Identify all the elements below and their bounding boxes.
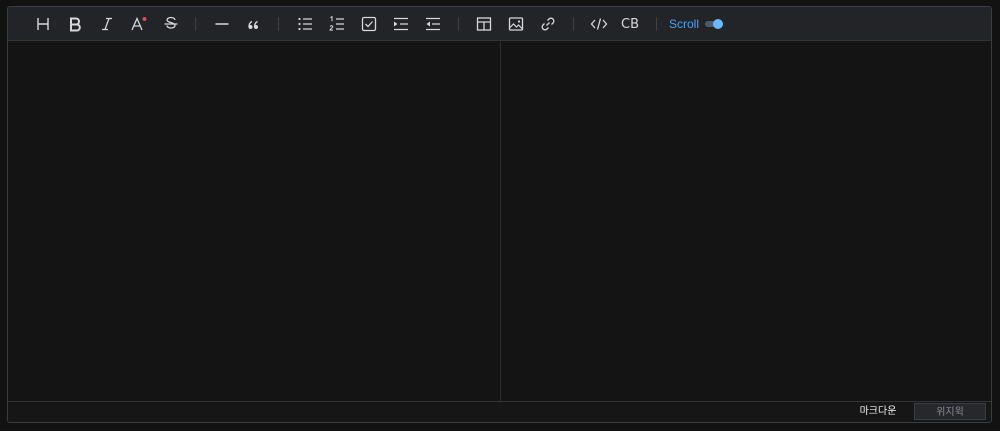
horizontal-rule-button[interactable] — [209, 11, 235, 37]
mode-switch-bar: 마크다운 위지윅 — [8, 401, 991, 422]
link-button[interactable] — [535, 11, 561, 37]
bullet-list-button[interactable] — [292, 11, 318, 37]
indent-button[interactable] — [388, 11, 414, 37]
strikethrough-icon — [164, 16, 178, 29]
outdent-icon — [426, 17, 440, 31]
code-block-icon: CB — [621, 16, 639, 32]
text-color-icon — [131, 16, 147, 31]
tab-wysiwyg[interactable]: 위지윅 — [914, 403, 986, 420]
ordered-list-button[interactable] — [324, 11, 350, 37]
editor-toolbar: CB Scroll — [8, 7, 991, 41]
blockquote-icon — [248, 20, 258, 29]
indent-icon — [394, 17, 408, 31]
task-list-button[interactable] — [356, 11, 382, 37]
toolbar-separator — [573, 17, 574, 31]
markdown-input-pane[interactable] — [8, 41, 500, 403]
ordered-list-icon — [329, 16, 344, 31]
toolbar-separator — [278, 17, 279, 31]
text-color-button[interactable] — [126, 11, 152, 37]
italic-button[interactable] — [94, 11, 120, 37]
image-button[interactable] — [503, 11, 529, 37]
horizontal-rule-icon — [215, 23, 229, 25]
code-icon — [590, 18, 608, 30]
table-button[interactable] — [471, 11, 497, 37]
strikethrough-button[interactable] — [158, 11, 184, 37]
code-button[interactable] — [586, 11, 612, 37]
scroll-sync-toggle[interactable] — [705, 18, 725, 30]
preview-pane — [501, 41, 991, 403]
code-block-button[interactable]: CB — [616, 11, 644, 37]
heading-icon — [37, 18, 49, 30]
toolbar-separator — [656, 17, 657, 31]
image-icon — [508, 17, 524, 31]
toolbar-separator — [195, 17, 196, 31]
toolbar-separator — [458, 17, 459, 31]
italic-icon — [102, 17, 112, 31]
toggle-knob — [713, 19, 723, 29]
link-icon — [541, 17, 555, 31]
markdown-editor: CB Scroll 마크다운 위지윅 — [7, 6, 992, 423]
task-list-icon — [361, 16, 377, 32]
blockquote-button[interactable] — [241, 11, 267, 37]
scroll-sync-label: Scroll — [669, 17, 700, 31]
bold-button[interactable] — [62, 11, 88, 37]
bold-icon — [70, 17, 81, 32]
bullet-list-icon — [298, 17, 312, 31]
outdent-button[interactable] — [420, 11, 446, 37]
tab-markdown[interactable]: 마크다운 — [842, 403, 914, 420]
table-icon — [476, 17, 492, 31]
heading-button[interactable] — [30, 11, 56, 37]
